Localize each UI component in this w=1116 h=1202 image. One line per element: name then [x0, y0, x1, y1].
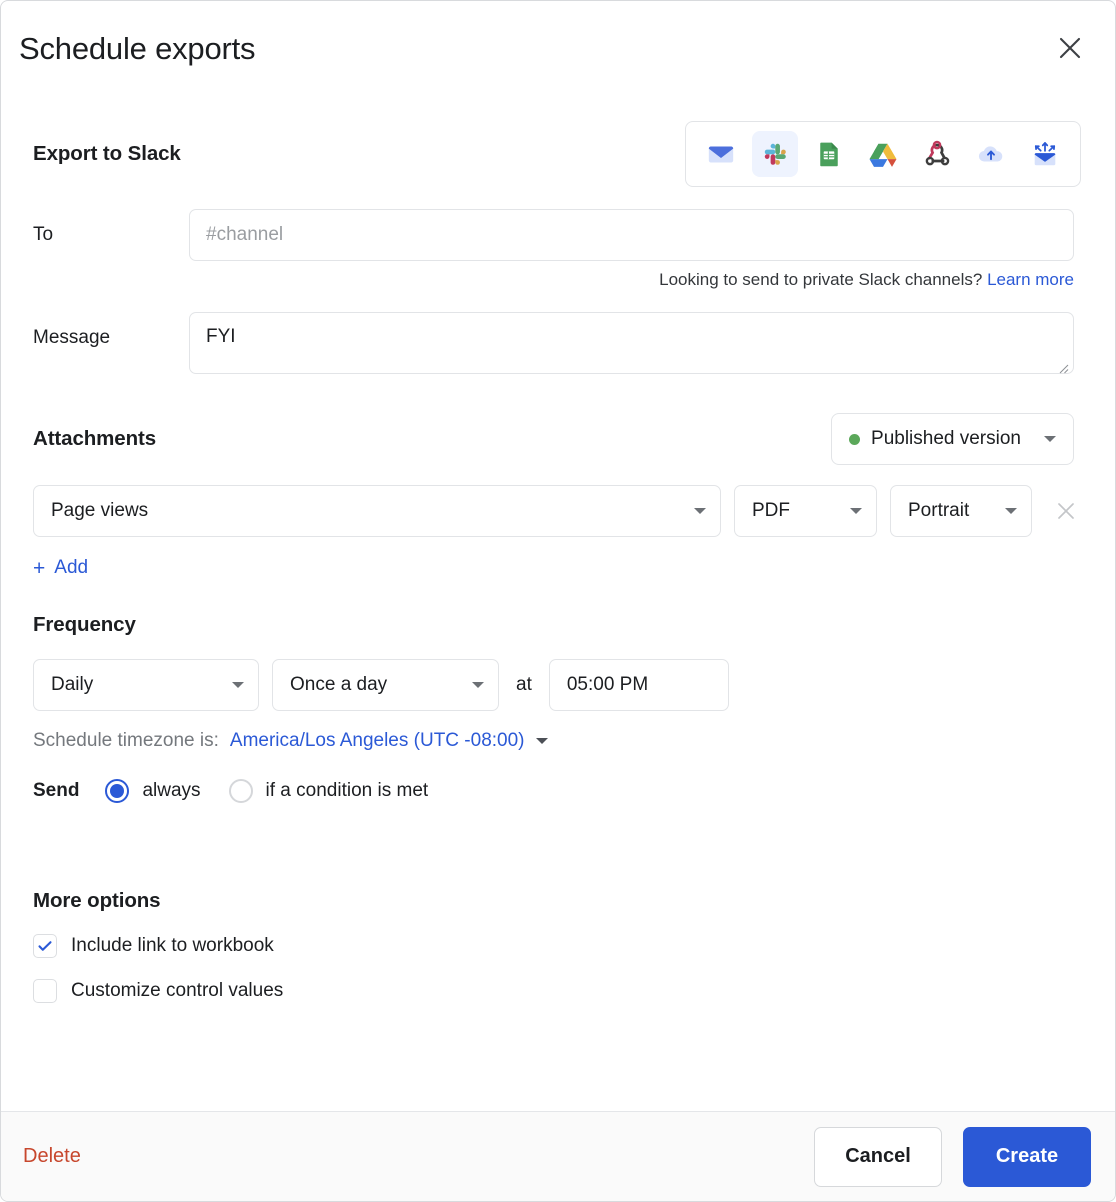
frequency-heading: Frequency [33, 612, 136, 636]
service-google-drive[interactable] [860, 131, 906, 177]
chevron-down-icon [694, 508, 706, 514]
send-option-always[interactable]: always [105, 778, 201, 803]
add-attachment-label: Add [54, 557, 89, 578]
learn-more-link[interactable]: Learn more [987, 270, 1074, 289]
message-row: Message [19, 312, 1097, 379]
send-label: Send [33, 779, 80, 801]
dialog-body: Export to Slack To #channel Looking to s… [1, 97, 1115, 1111]
send-condition-row: Send always if a condition is met [19, 778, 1097, 803]
to-helper: Looking to send to private Slack channel… [19, 270, 1097, 290]
message-wrap [189, 312, 1074, 379]
frequency-interval-value: Daily [51, 673, 94, 695]
to-label: To [33, 224, 54, 245]
at-label: at [516, 673, 532, 695]
chevron-down-icon [1005, 508, 1017, 514]
attachment-page-select[interactable]: Page views [33, 485, 721, 537]
send-option-condition-label: if a condition is met [265, 779, 429, 801]
plus-icon: + [33, 556, 46, 580]
service-picker [685, 121, 1081, 187]
frequency-row: Daily Once a day at [19, 658, 1097, 711]
to-helper-text: Looking to send to private Slack channel… [659, 270, 983, 289]
timezone-prefix: Schedule timezone is: [33, 729, 219, 751]
dialog-footer: Delete Cancel Create [1, 1111, 1115, 1201]
chevron-down-icon [850, 508, 862, 514]
attachment-page-value: Page views [51, 500, 149, 521]
chevron-down-icon [472, 681, 484, 688]
chevron-down-icon [232, 681, 244, 688]
frequency-repeat-value: Once a day [290, 673, 388, 695]
message-label: Message [33, 327, 111, 348]
service-google-sheets[interactable] [806, 131, 852, 177]
send-option-always-label: always [142, 779, 201, 801]
more-options-heading: More options [33, 888, 161, 912]
cancel-button[interactable]: Cancel [814, 1126, 942, 1187]
radio-icon [228, 778, 253, 803]
checkbox-icon [33, 978, 57, 1003]
attachment-orientation-select[interactable]: Portrait [890, 485, 1032, 537]
message-textarea[interactable] [189, 312, 1074, 374]
remove-attachment-icon[interactable] [1053, 498, 1079, 524]
close-icon[interactable] [1053, 31, 1087, 65]
frequency-interval-select[interactable]: Daily [33, 658, 259, 711]
timezone-row: Schedule timezone is: America/Los Angele… [19, 730, 1097, 752]
option-customize-controls-label: Customize control values [71, 979, 284, 1001]
option-customize-controls[interactable]: Customize control values [19, 978, 1097, 1003]
attachment-orientation-value: Portrait [908, 500, 970, 521]
page-title: Schedule exports [19, 31, 256, 66]
attachments-header: Attachments Published version [19, 413, 1097, 465]
to-row: To [19, 209, 1097, 261]
chevron-down-icon[interactable] [535, 737, 548, 744]
version-selector[interactable]: Published version [831, 413, 1074, 465]
time-input[interactable] [548, 658, 729, 711]
frequency-repeat-select[interactable]: Once a day [272, 658, 499, 711]
to-input[interactable] [189, 209, 1074, 261]
attachment-row: Page views PDF Portrait [19, 485, 1097, 537]
delete-button[interactable]: Delete [23, 1145, 81, 1168]
attachment-format-value: PDF [752, 500, 790, 521]
checkbox-icon [33, 933, 57, 958]
service-slack[interactable] [752, 131, 798, 177]
schedule-exports-dialog: Schedule exports Export to Slack To #cha… [0, 0, 1116, 1202]
dialog-header: Schedule exports [1, 1, 1115, 97]
timezone-value[interactable]: America/Los Angeles (UTC -08:00) [230, 730, 525, 752]
status-dot-icon [849, 433, 861, 445]
option-include-link[interactable]: Include link to workbook [19, 933, 1097, 958]
version-label: Published version [871, 428, 1021, 449]
footer-actions: Cancel Create [814, 1126, 1091, 1187]
destination-heading: Export to Slack [33, 142, 181, 165]
attachments-heading: Attachments [33, 427, 157, 450]
service-email[interactable] [698, 131, 744, 177]
attachment-format-select[interactable]: PDF [734, 485, 877, 537]
service-webhook[interactable] [914, 131, 960, 177]
chevron-down-icon [1044, 436, 1056, 442]
add-attachment-button[interactable]: + Add [19, 557, 88, 579]
service-email-broadcast[interactable] [1022, 131, 1068, 177]
radio-icon [105, 778, 130, 803]
create-button[interactable]: Create [963, 1126, 1091, 1187]
service-cloud-upload[interactable] [968, 131, 1014, 177]
send-option-condition[interactable]: if a condition is met [228, 778, 429, 803]
option-include-link-label: Include link to workbook [71, 934, 274, 956]
destination-row: Export to Slack [19, 121, 1097, 187]
